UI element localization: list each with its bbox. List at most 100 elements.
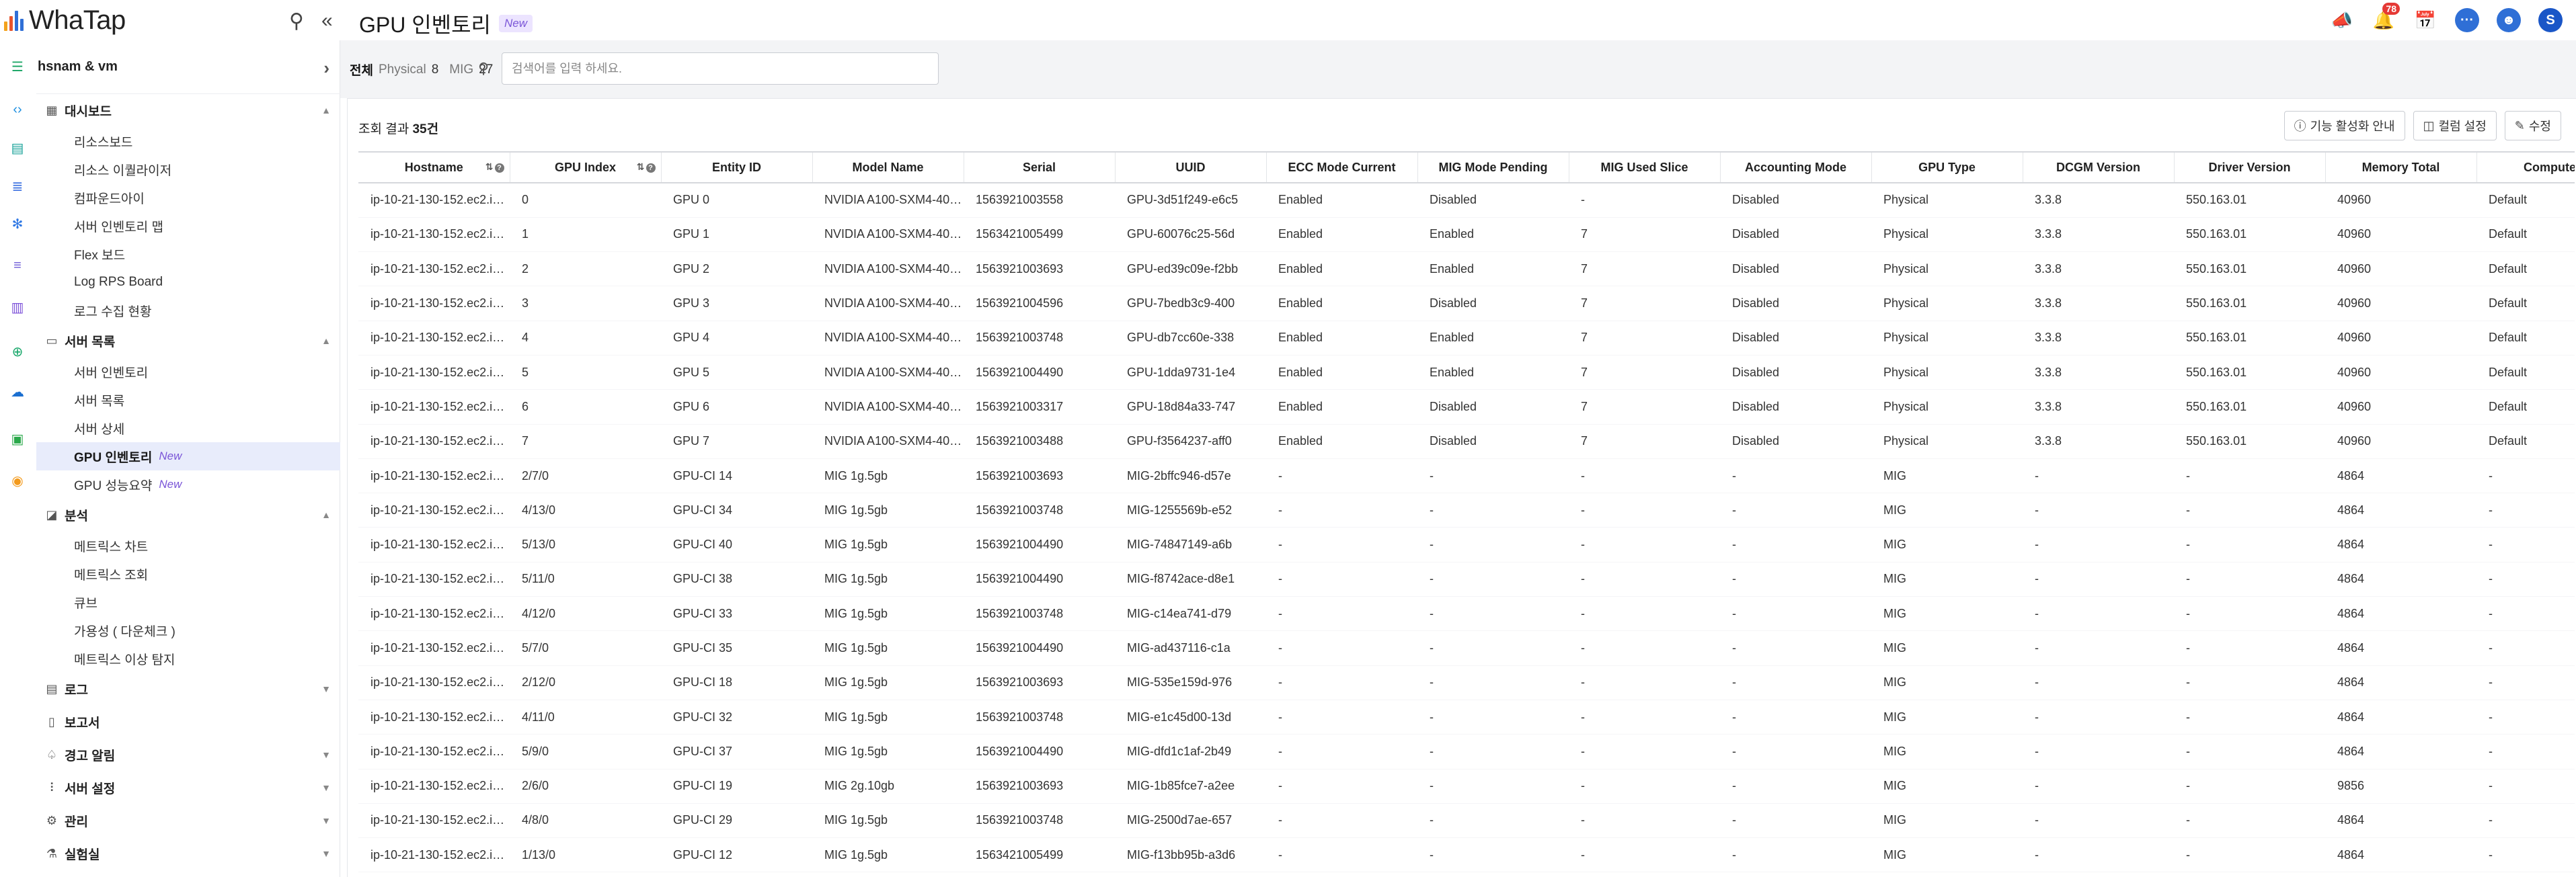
table-row[interactable]: ip-10-21-130-152.ec2.internal5GPU 5NVIDI…	[358, 355, 2575, 390]
sort-icon[interactable]: ⇅?	[637, 161, 656, 173]
column-header[interactable]: Accounting Mode	[1720, 151, 1872, 183]
table-cell: Physical	[1871, 424, 2023, 459]
column-header[interactable]: Model Name	[812, 151, 964, 183]
table-cell: 4864	[2325, 458, 2476, 494]
sidebar-item[interactable]: Log RPS Board	[36, 268, 340, 296]
table-row[interactable]: ip-10-21-130-152.ec2.internal4GPU 4NVIDI…	[358, 321, 2575, 356]
sidebar-section[interactable]: ▭ 서버 목록 ▲	[36, 325, 340, 358]
stack-icon[interactable]: ≡	[7, 255, 28, 276]
table-cell: GPU-7bedb3c9-400	[1115, 286, 1266, 321]
aws-icon[interactable]: ◉	[7, 470, 28, 491]
search-input[interactable]	[502, 53, 938, 84]
workspace-selector[interactable]: hsnam & vm ›	[36, 40, 340, 94]
avatar[interactable]: S	[2538, 8, 2563, 32]
feature-guide-button[interactable]: ⓘ 기능 활성화 안내	[2284, 111, 2405, 140]
column-header[interactable]: GPU Type	[1871, 151, 2023, 183]
table-row[interactable]: ip-10-21-130-152.ec2.internal7GPU 7NVIDI…	[358, 424, 2575, 459]
sidebar-item[interactable]: 리소스 이퀄라이저	[36, 155, 340, 183]
sidebar-item[interactable]: GPU 성능요약 New	[36, 470, 340, 499]
table-row[interactable]: ip-10-21-130-152.ec2.internal1/13/0GPU-C…	[358, 837, 2575, 873]
db-icon[interactable]: ≣	[7, 176, 28, 196]
sidebar-section[interactable]: ♤ 경고 알림 ▼	[36, 739, 340, 771]
sidebar-item[interactable]: GPU 인벤토리 New	[36, 442, 340, 470]
sidebar-item[interactable]: 메트릭스 이상 탐지	[36, 644, 340, 673]
table-row[interactable]: ip-10-21-130-152.ec2.internal6GPU 6NVIDI…	[358, 389, 2575, 425]
mail-icon[interactable]: ▣	[7, 429, 28, 449]
code-icon[interactable]: ‹›	[7, 99, 28, 120]
server-list-icon[interactable]: ☰	[7, 56, 28, 77]
filter-all[interactable]: 전체	[350, 60, 373, 79]
sidebar-item[interactable]: 서버 인벤토리	[36, 358, 340, 386]
table-row[interactable]: ip-10-21-130-152.ec2.internal4/13/0GPU-C…	[358, 493, 2575, 528]
table-row[interactable]: ip-10-21-130-152.ec2.internal2/12/0GPU-C…	[358, 665, 2575, 700]
column-header[interactable]: Hostname ⇅?	[358, 151, 510, 183]
column-header[interactable]: GPU Index ⇅?	[510, 151, 662, 183]
sidebar-item[interactable]: Flex 보드	[36, 240, 340, 268]
column-header[interactable]: UUID	[1115, 151, 1267, 183]
sidebar-item[interactable]: 서버 인벤토리 맵	[36, 212, 340, 240]
cloud-icon[interactable]: ☁	[7, 382, 28, 402]
sidebar-section[interactable]: ▯ 보고서	[36, 706, 340, 739]
doc-icon[interactable]: ▥	[7, 297, 28, 317]
sidebar-item[interactable]: 메트릭스 조회	[36, 560, 340, 588]
sidebar-item[interactable]: 컴파운드아이	[36, 183, 340, 212]
table-row[interactable]: ip-10-21-130-152.ec2.internal4/11/0GPU-C…	[358, 700, 2575, 735]
sidebar-section[interactable]: ▤ 로그 ▼	[36, 673, 340, 706]
edit-button[interactable]: ✎ 수정	[2504, 111, 2561, 140]
sidebar-section[interactable]: ⚗ 실험실 ▼	[36, 837, 340, 870]
bell-icon[interactable]: 🔔 78	[2372, 3, 2400, 32]
sort-icon[interactable]: ⇅?	[485, 161, 504, 173]
chat-icon[interactable]: ···	[2455, 8, 2479, 32]
column-settings-button[interactable]: ◫ 컬럼 설정	[2413, 111, 2497, 140]
table-row[interactable]: ip-10-21-130-152.ec2.internal4/12/0GPU-C…	[358, 596, 2575, 632]
table-row[interactable]: ip-10-21-130-152.ec2.internal5/13/0GPU-C…	[358, 527, 2575, 562]
column-header[interactable]: DCGM Version	[2023, 151, 2175, 183]
table-row[interactable]: ip-10-21-130-152.ec2.internal5/11/0GPU-C…	[358, 562, 2575, 597]
announcement-icon[interactable]: 📣	[2330, 8, 2354, 32]
sidebar-item[interactable]: 가용성 ( 다운체크 )	[36, 616, 340, 644]
assistant-icon[interactable]: ☻	[2497, 8, 2521, 32]
column-header[interactable]: Memory Total	[2325, 151, 2477, 183]
collapse-sidebar-icon[interactable]: «	[321, 9, 333, 33]
chevron-right-icon: ›	[323, 58, 329, 78]
help-icon[interactable]: ?	[494, 163, 504, 173]
column-header[interactable]: Driver Version	[2174, 151, 2326, 183]
filter-physical-label[interactable]: Physical	[379, 62, 426, 77]
column-header[interactable]: MIG Mode Pending	[1417, 151, 1569, 183]
sidebar-section[interactable]: ▦ 대시보드 ▲	[36, 94, 340, 127]
whatap-logo[interactable]: WhaTap	[4, 5, 126, 35]
table-row[interactable]: ip-10-21-130-152.ec2.internal3GPU 3NVIDI…	[358, 286, 2575, 321]
sidebar-item[interactable]: 리소스보드	[36, 127, 340, 155]
help-icon[interactable]: ?	[646, 163, 656, 173]
table-row[interactable]: ip-10-21-130-152.ec2.internal5/7/0GPU-CI…	[358, 630, 2575, 666]
sidebar-item[interactable]: 로그 수집 현황	[36, 296, 340, 325]
table-cell: -	[1720, 769, 1871, 804]
table-row[interactable]: ip-10-21-130-152.ec2.internal4/8/0GPU-CI…	[358, 803, 2575, 839]
k8s-icon[interactable]: ✻	[7, 214, 28, 234]
table-cell: MIG	[1871, 803, 2023, 839]
column-header[interactable]: Serial	[964, 151, 1116, 183]
sidebar-item[interactable]: 메트릭스 차트	[36, 532, 340, 560]
sidebar-item[interactable]: 큐브	[36, 588, 340, 616]
column-header[interactable]: Compute Mode	[2476, 151, 2575, 183]
calendar-icon[interactable]: 📅	[2413, 8, 2437, 32]
sidebar-section[interactable]: ◪ 분석 ▲	[36, 499, 340, 532]
table-scroll[interactable]: Hostname ⇅? GPU Index ⇅? Entity ID Model Name…	[358, 151, 2575, 877]
table-row[interactable]: ip-10-21-130-152.ec2.internal5/9/0GPU-CI…	[358, 734, 2575, 769]
column-header[interactable]: ECC Mode Current	[1266, 151, 1418, 183]
network-icon[interactable]: ⊕	[7, 341, 28, 362]
table-row[interactable]: ip-10-21-130-152.ec2.internal2GPU 2NVIDI…	[358, 251, 2575, 287]
grid-icon[interactable]: ▤	[7, 138, 28, 158]
table-row[interactable]: ip-10-21-130-152.ec2.internal2/7/0GPU-CI…	[358, 458, 2575, 494]
search-icon[interactable]: ⚲	[289, 9, 304, 33]
sidebar-item[interactable]: 서버 상세	[36, 414, 340, 442]
filter-mig-label[interactable]: MIG	[449, 62, 473, 77]
column-header[interactable]: MIG Used Slice	[1569, 151, 1721, 183]
sidebar-item[interactable]: 서버 목록	[36, 386, 340, 414]
sidebar-section[interactable]: ⚙ 관리 ▼	[36, 804, 340, 837]
column-header[interactable]: Entity ID	[661, 151, 813, 183]
table-row[interactable]: ip-10-21-130-152.ec2.internal2/6/0GPU-CI…	[358, 769, 2575, 804]
table-row[interactable]: ip-10-21-130-152.ec2.internal1GPU 1NVIDI…	[358, 217, 2575, 253]
sidebar-section[interactable]: ⫶ 서버 설정 ▼	[36, 771, 340, 804]
table-row[interactable]: ip-10-21-130-152.ec2.internal0GPU 0NVIDI…	[358, 183, 2575, 218]
